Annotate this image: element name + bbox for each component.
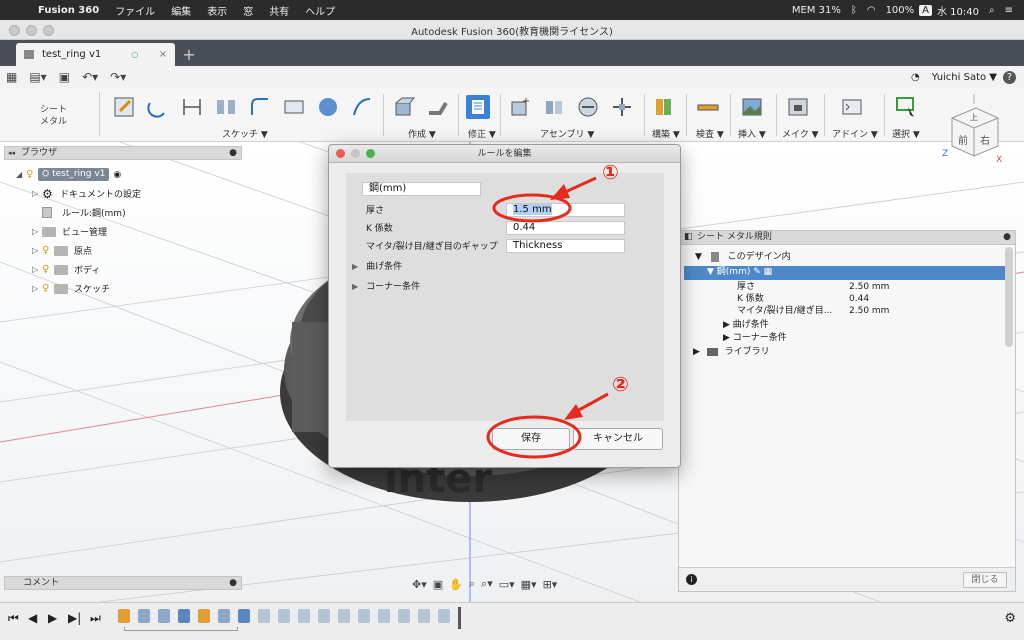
timeline-feature-item[interactable]: [378, 609, 390, 623]
timeline-flange-item[interactable]: [138, 609, 150, 623]
timeline-scrubber[interactable]: [124, 627, 238, 631]
timeline-feature-item[interactable]: [278, 609, 290, 623]
annotation-number-2: ②: [612, 372, 629, 396]
go-to-start-icon[interactable]: ⏮: [8, 611, 19, 626]
timeline-feature-item[interactable]: [338, 609, 350, 623]
timeline-feature-item[interactable]: [258, 609, 270, 623]
annotation-circle-save: [486, 415, 582, 459]
annotation-number-1: ①: [602, 160, 619, 184]
timeline-flange-item[interactable]: [158, 609, 170, 623]
timeline-feature-item[interactable]: [418, 609, 430, 623]
timeline-marker[interactable]: [458, 607, 461, 629]
timeline-feature-item[interactable]: [238, 609, 250, 623]
timeline-sketch-item[interactable]: [118, 609, 130, 623]
play-icon[interactable]: ▶: [48, 611, 57, 625]
step-forward-icon[interactable]: ▶|: [68, 611, 81, 625]
timeline-sketch-item[interactable]: [198, 609, 210, 623]
timeline-bar: ⏮ ◀ ▶ ▶| ⏭ ⚙: [0, 602, 1024, 640]
annotation-overlay: [486, 176, 609, 459]
timeline-feature-item[interactable]: [218, 609, 230, 623]
timeline-feature-item[interactable]: [438, 609, 450, 623]
timeline-settings-icon[interactable]: ⚙: [1004, 611, 1016, 626]
timeline-feature-item[interactable]: [298, 609, 310, 623]
timeline-feature-item[interactable]: [398, 609, 410, 623]
annotation-arrowhead-2: [564, 404, 583, 420]
step-back-icon[interactable]: ◀: [28, 611, 37, 625]
timeline-feature-item[interactable]: [318, 609, 330, 623]
timeline-feature-item[interactable]: [358, 609, 370, 623]
annotation-arrowhead-1: [550, 184, 570, 200]
timeline-feature-item[interactable]: [178, 609, 190, 623]
go-to-end-icon[interactable]: ⏭: [90, 611, 101, 626]
